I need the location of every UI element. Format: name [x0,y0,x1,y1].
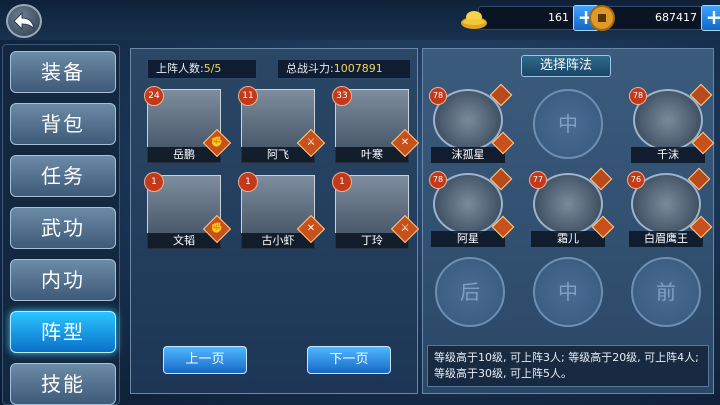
hero-name: 沫孤星 [431,147,505,163]
hero-name: 阿星 [431,231,505,247]
coin-icon [589,5,615,31]
level-badge: 1 [332,172,352,192]
level-badge: 33 [332,86,352,106]
sidebar-item-bag[interactable]: 背包 [10,103,116,145]
sidebar-item-quests[interactable]: 任务 [10,155,116,197]
empty-slot-rear[interactable]: 后 [435,257,505,327]
sidebar-item-martial-arts[interactable]: 武功 [10,207,116,249]
back-button[interactable] [6,4,42,38]
sidebar-item-inner-power[interactable]: 内功 [10,259,116,301]
level-badge: 1 [144,172,164,192]
prev-page-button[interactable]: 上一页 [163,346,247,374]
hero-card[interactable]: 33 叶寒 ✕ [332,86,420,163]
formation-rules-text: 等级高于10级, 可上阵3人; 等级高于20级, 可上阵4人; 等级高于30级,… [427,345,709,387]
slot-label: 前 [656,280,676,304]
next-page-button[interactable]: 下一页 [307,346,391,374]
level-badge: 76 [627,171,645,189]
formation-hero[interactable]: 78 沫孤星 [429,83,515,163]
back-arrow-icon [13,12,35,30]
level-badge: 11 [238,86,258,106]
deploy-count: 上阵人数:5/5 [147,59,257,79]
deploy-value: 5/5 [203,62,222,75]
level-badge: 78 [629,87,647,105]
formation-panel: 选择阵法 78 沫孤星 中 78 千沫 78 阿星 77 霜儿 76 白眉鹰王 [422,48,715,394]
select-formation-button[interactable]: 选择阵法 [521,55,611,77]
hero-card[interactable]: 1 文韬 ✊ [144,172,232,249]
level-badge: 24 [144,86,164,106]
slot-label: 中 [558,280,578,304]
hero-card[interactable]: 11 阿飞 ⚔ [238,86,326,163]
coin-counter: 687417 + [589,5,720,31]
power-label: 总战斗力: [286,62,334,75]
level-badge: 78 [429,171,447,189]
total-power: 总战斗力:1007891 [277,59,411,79]
sidebar: 装备 背包 任务 武功 内功 阵型 技能 [2,44,120,405]
empty-slot-front[interactable]: 前 [631,257,701,327]
add-coin-button[interactable]: + [701,5,720,31]
sidebar-item-equipment[interactable]: 装备 [10,51,116,93]
hero-name: 白眉鹰王 [629,231,703,247]
level-badge: 77 [529,171,547,189]
gold-ingot-icon [461,11,487,29]
hero-card[interactable]: 1 丁玲 ⚔ [332,172,420,249]
empty-slot-middle[interactable]: 中 [533,257,603,327]
power-value: 1007891 [333,62,383,75]
gold-value: 161 [548,11,569,24]
slot-label: 后 [460,280,480,304]
deploy-label: 上阵人数: [156,62,204,75]
formation-hero[interactable]: 77 霜儿 [529,167,615,247]
level-badge: 78 [429,87,447,105]
formation-hero[interactable]: 78 千沫 [629,83,715,163]
roster-panel: 上阵人数:5/5 总战斗力:1007891 24 岳鹏 ✊ 11 阿飞 ⚔ 33… [130,48,420,394]
slot-label: 中 [558,112,578,136]
hero-name: 千沫 [631,147,705,163]
hero-card[interactable]: 24 岳鹏 ✊ [144,86,232,163]
coin-value: 687417 [655,11,697,24]
formation-hero[interactable]: 78 阿星 [429,167,515,247]
empty-slot-middle[interactable]: 中 [533,89,603,159]
sidebar-item-formation[interactable]: 阵型 [10,311,116,353]
sidebar-item-skills[interactable]: 技能 [10,363,116,405]
level-badge: 1 [238,172,258,192]
gold-counter: 161 + [461,5,599,31]
hero-name: 霜儿 [531,231,605,247]
formation-hero[interactable]: 76 白眉鹰王 [627,167,713,247]
hero-card[interactable]: 1 古小虾 ✕ [238,172,326,249]
